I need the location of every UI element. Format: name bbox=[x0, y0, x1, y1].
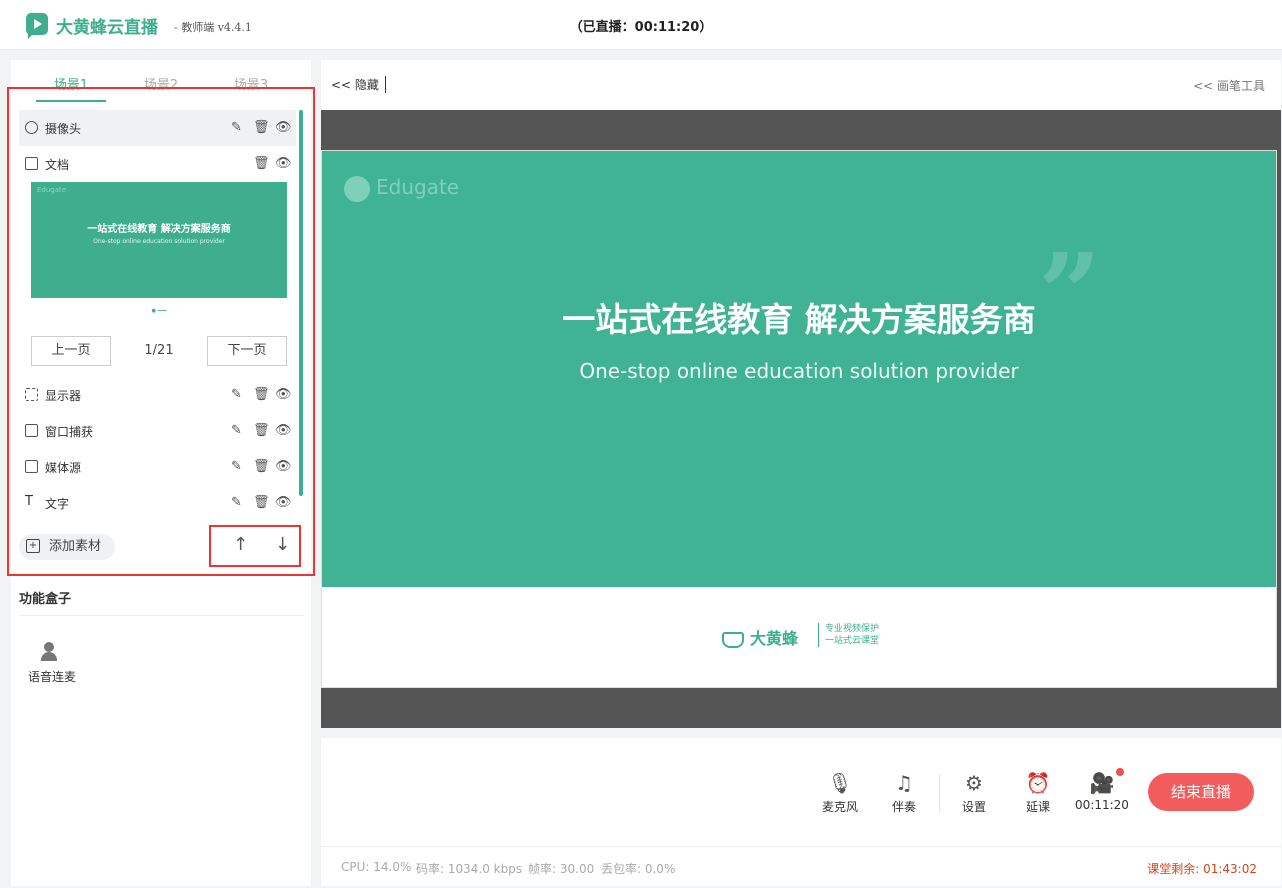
frame-rate: 帧率: 30.00 bbox=[528, 862, 595, 876]
edugate-logo-icon bbox=[344, 175, 370, 202]
source-camera[interactable]: 摄像头 ✎ 🗑 👁 bbox=[19, 110, 296, 146]
trash-icon[interactable]: 🗑 bbox=[253, 423, 270, 438]
edit-icon[interactable]: ✎ bbox=[231, 423, 242, 438]
text-icon: T bbox=[25, 494, 33, 509]
pen-tool-button[interactable]: << 画笔工具 bbox=[1193, 77, 1265, 94]
voice-mic-link-icon[interactable] bbox=[41, 642, 61, 662]
trash-icon[interactable]: 🗑 bbox=[253, 495, 270, 510]
preview-footer: ● ━━━ bbox=[31, 298, 287, 326]
microphone-label: 麦克风 bbox=[821, 800, 858, 814]
monitor-icon bbox=[25, 388, 38, 401]
next-page-button[interactable]: 下一页 bbox=[207, 336, 287, 366]
brand-logo-icon bbox=[722, 631, 744, 648]
source-label: 摄像头 bbox=[45, 122, 82, 136]
class-remaining: 课堂剩余: 01:43:02 bbox=[1147, 862, 1257, 876]
divider bbox=[939, 774, 940, 812]
preview-title: 一站式在线教育 解决方案服务商 bbox=[87, 224, 231, 235]
move-up-icon[interactable]: ↑ bbox=[233, 534, 248, 555]
eye-icon[interactable]: 👁 bbox=[275, 495, 292, 510]
bitrate: 码率: 1034.0 kbps bbox=[416, 862, 523, 876]
source-label: 文档 bbox=[45, 158, 70, 172]
preview-brand-logo-icon: ● ━━━ bbox=[151, 308, 167, 314]
eye-icon[interactable]: 👁 bbox=[275, 459, 292, 474]
eye-icon[interactable]: 👁 bbox=[275, 156, 292, 171]
cpu-usage: CPU: 14.0% bbox=[341, 860, 412, 874]
microphone-icon: 🎙 bbox=[827, 771, 853, 795]
edit-icon[interactable]: ✎ bbox=[231, 387, 242, 402]
source-label: 媒体源 bbox=[45, 461, 82, 475]
add-material-label: 添加素材 bbox=[49, 539, 102, 554]
source-media[interactable]: 媒体源 ✎ 🗑 👁 bbox=[19, 449, 296, 485]
scene-panel: 场景1 场景2 场景3 摄像头 ✎ 🗑 👁 文档 🗑 👁 Edugate 一站式… bbox=[7, 60, 315, 886]
microphone-button[interactable]: 🎙 麦克风 bbox=[815, 768, 865, 815]
slide-logo-text: Edugate bbox=[376, 175, 460, 199]
source-label: 文字 bbox=[45, 497, 70, 511]
recording-indicator bbox=[1116, 768, 1124, 776]
source-label: 显示器 bbox=[45, 389, 82, 403]
window-icon bbox=[25, 424, 38, 437]
live-duration: （已直播：00:11:20） bbox=[569, 20, 713, 35]
accompaniment-label: 伴奏 bbox=[891, 800, 916, 814]
slogan-line-2: 一站式云课堂 bbox=[825, 636, 880, 646]
slide-brand-name: 大黄蜂 bbox=[750, 629, 799, 648]
preview-logo: Edugate bbox=[37, 186, 67, 194]
document-preview: Edugate 一站式在线教育 解决方案服务商 One-stop online … bbox=[31, 182, 287, 298]
page-indicator: 1/21 bbox=[144, 343, 174, 358]
divider bbox=[19, 615, 304, 616]
slide-banner: Edugate ” 一站式在线教育 解决方案服务商 One-stop onlin… bbox=[322, 151, 1276, 587]
trash-icon[interactable]: 🗑 bbox=[253, 120, 270, 135]
app-header: 大黄蜂云直播 - 教师端 v4.4.1 （已直播：00:11:20） bbox=[0, 0, 1282, 50]
extend-class-label: 延课 bbox=[1025, 800, 1050, 814]
function-box-title: 功能盒子 bbox=[19, 592, 72, 607]
trash-icon[interactable]: 🗑 bbox=[253, 459, 270, 474]
source-label: 窗口捕获 bbox=[45, 425, 94, 439]
trash-icon[interactable]: 🗑 bbox=[253, 387, 270, 402]
extend-class-button[interactable]: ⏰ 延课 bbox=[1013, 768, 1063, 815]
source-monitor[interactable]: 显示器 ✎ 🗑 👁 bbox=[19, 377, 296, 413]
slide-preview: Edugate ” 一站式在线教育 解决方案服务商 One-stop onlin… bbox=[321, 150, 1277, 688]
add-icon: + bbox=[26, 539, 40, 553]
gear-icon: ⚙ bbox=[965, 771, 983, 795]
preview-subtitle: One-stop online education solution provi… bbox=[93, 238, 225, 245]
end-live-button[interactable]: 结束直播 bbox=[1148, 773, 1254, 811]
live-controls: 🎙 麦克风 ♫ 伴奏 ⚙ 设置 ⏰ 延课 🎥 00:11:20 结束直播 bbox=[321, 738, 1281, 846]
eye-icon[interactable]: 👁 bbox=[275, 423, 292, 438]
status-bar: CPU: 14.0% 码率: 1034.0 kbps 帧率: 30.00 丢包率… bbox=[321, 846, 1281, 886]
add-material-button[interactable]: + 添加素材 bbox=[19, 534, 115, 560]
slide-title: 一站式在线教育 解决方案服务商 bbox=[562, 300, 1036, 339]
settings-button[interactable]: ⚙ 设置 bbox=[949, 768, 999, 815]
source-window-capture[interactable]: 窗口捕获 ✎ 🗑 👁 bbox=[19, 413, 296, 449]
prev-page-button[interactable]: 上一页 bbox=[31, 336, 111, 366]
stage-toolbar: << 隐藏 << 画笔工具 bbox=[321, 60, 1281, 110]
eye-icon[interactable]: 👁 bbox=[275, 120, 292, 135]
slide-logo: Edugate bbox=[344, 175, 459, 202]
hide-panel-button[interactable]: << 隐藏 bbox=[331, 76, 386, 93]
packet-loss: 丢包率: 0.0% bbox=[601, 862, 676, 876]
slide-subtitle: One-stop online education solution provi… bbox=[579, 359, 1019, 383]
edit-icon[interactable]: ✎ bbox=[231, 459, 242, 474]
move-down-icon[interactable]: ↓ bbox=[275, 534, 290, 555]
document-icon bbox=[25, 157, 38, 170]
eye-icon[interactable]: 👁 bbox=[275, 387, 292, 402]
source-list-scrollbar[interactable] bbox=[299, 110, 303, 496]
slide-brand: 大黄蜂 bbox=[722, 625, 798, 649]
alarm-icon: ⏰ bbox=[1025, 771, 1051, 795]
edit-icon[interactable]: ✎ bbox=[231, 120, 242, 135]
media-icon bbox=[25, 460, 38, 473]
record-timer: 00:11:20 bbox=[1075, 798, 1129, 812]
camera-icon bbox=[25, 121, 38, 134]
music-icon: ♫ bbox=[895, 771, 913, 795]
trash-icon[interactable]: 🗑 bbox=[253, 156, 270, 171]
edit-icon[interactable]: ✎ bbox=[231, 495, 242, 510]
voice-mic-link-label[interactable]: 语音连麦 bbox=[28, 668, 76, 685]
settings-label: 设置 bbox=[961, 800, 986, 814]
source-document[interactable]: 文档 🗑 👁 bbox=[19, 146, 296, 182]
accompaniment-button[interactable]: ♫ 伴奏 bbox=[879, 768, 929, 815]
slide-slogan: 专业视频保护 一站式云课堂 bbox=[818, 623, 879, 647]
source-text[interactable]: T 文字 ✎ 🗑 👁 bbox=[19, 485, 296, 521]
slogan-line-1: 专业视频保护 bbox=[825, 624, 880, 634]
live-preview-stage: Edugate ” 一站式在线教育 解决方案服务商 One-stop onlin… bbox=[321, 110, 1281, 728]
